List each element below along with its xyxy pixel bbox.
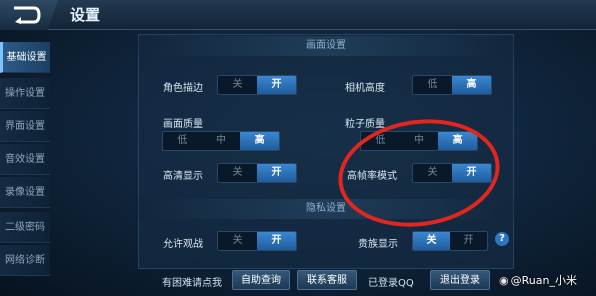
outline-label: 角色描边 bbox=[163, 83, 203, 94]
contact-service-button[interactable]: 联系客服 bbox=[297, 270, 357, 290]
sidebar-item-recording[interactable]: 录像设置 bbox=[0, 177, 50, 208]
hd-display-on-option[interactable]: 开 bbox=[257, 164, 296, 182]
sidebar-item-basic[interactable]: 基础设置 bbox=[0, 42, 50, 73]
page-title: 设置 bbox=[70, 6, 101, 24]
top-bar: 设置 bbox=[0, 0, 596, 30]
outline-off-option[interactable]: 关 bbox=[218, 76, 257, 94]
camera-height-low-option[interactable]: 低 bbox=[413, 76, 452, 94]
login-status: 已登录QQ bbox=[368, 278, 414, 289]
trouble-text: 有困难请点我 bbox=[162, 278, 222, 289]
sidebar-item-network-diagnosis[interactable]: 网络诊断 bbox=[0, 245, 50, 276]
self-query-button[interactable]: 自助查询 bbox=[232, 270, 290, 290]
hd-display-label: 高清显示 bbox=[163, 171, 203, 182]
sidebar-item-interface[interactable]: 界面设置 bbox=[0, 111, 50, 142]
allow-spectate-toggle[interactable]: 关 开 bbox=[217, 231, 297, 251]
noble-display-toggle[interactable]: 关 开 bbox=[412, 231, 488, 251]
noble-display-off-option[interactable]: 关 bbox=[413, 232, 450, 250]
outline-toggle[interactable]: 关 开 bbox=[217, 75, 297, 95]
quality-low-option[interactable]: 低 bbox=[163, 132, 202, 150]
back-button[interactable] bbox=[0, 0, 58, 30]
sidebar: 基础设置 操作设置 界面设置 音效设置 录像设置 二级密码 网络诊断 bbox=[0, 42, 50, 292]
camera-height-high-option[interactable]: 高 bbox=[452, 76, 491, 94]
quality-mid-option[interactable]: 中 bbox=[202, 132, 241, 150]
noble-display-on-option[interactable]: 开 bbox=[450, 232, 487, 250]
allow-spectate-off-option[interactable]: 关 bbox=[218, 232, 257, 250]
back-arrow-icon bbox=[14, 6, 41, 24]
hd-display-toggle[interactable]: 关 开 bbox=[217, 163, 297, 183]
camera-height-toggle[interactable]: 低 高 bbox=[412, 75, 492, 95]
noble-display-label: 贵族显示 bbox=[358, 239, 398, 250]
quality-high-option[interactable]: 高 bbox=[240, 132, 279, 150]
watermark: ◉ @Ruan_小米 bbox=[499, 272, 577, 288]
logout-button[interactable]: 退出登录 bbox=[430, 270, 490, 290]
watermark-text: @Ruan_小米 bbox=[510, 274, 577, 287]
camera-height-label: 相机高度 bbox=[345, 83, 385, 94]
help-icon[interactable]: ? bbox=[495, 232, 509, 246]
allow-spectate-label: 允许观战 bbox=[163, 239, 203, 250]
particles-label: 粒子质量 bbox=[345, 119, 385, 130]
hd-display-off-option[interactable]: 关 bbox=[218, 164, 257, 182]
sidebar-item-audio[interactable]: 音效设置 bbox=[0, 144, 50, 175]
quality-selector[interactable]: 低 中 高 bbox=[162, 131, 280, 151]
sidebar-item-secondary-password[interactable]: 二级密码 bbox=[0, 212, 50, 243]
sidebar-item-controls[interactable]: 操作设置 bbox=[0, 78, 50, 109]
allow-spectate-on-option[interactable]: 开 bbox=[257, 232, 296, 250]
weibo-logo-icon: ◉ bbox=[499, 274, 509, 287]
section-header-graphics: 画面设置 bbox=[138, 36, 514, 56]
quality-label: 画面质量 bbox=[163, 119, 203, 130]
outline-on-option[interactable]: 开 bbox=[257, 76, 296, 94]
